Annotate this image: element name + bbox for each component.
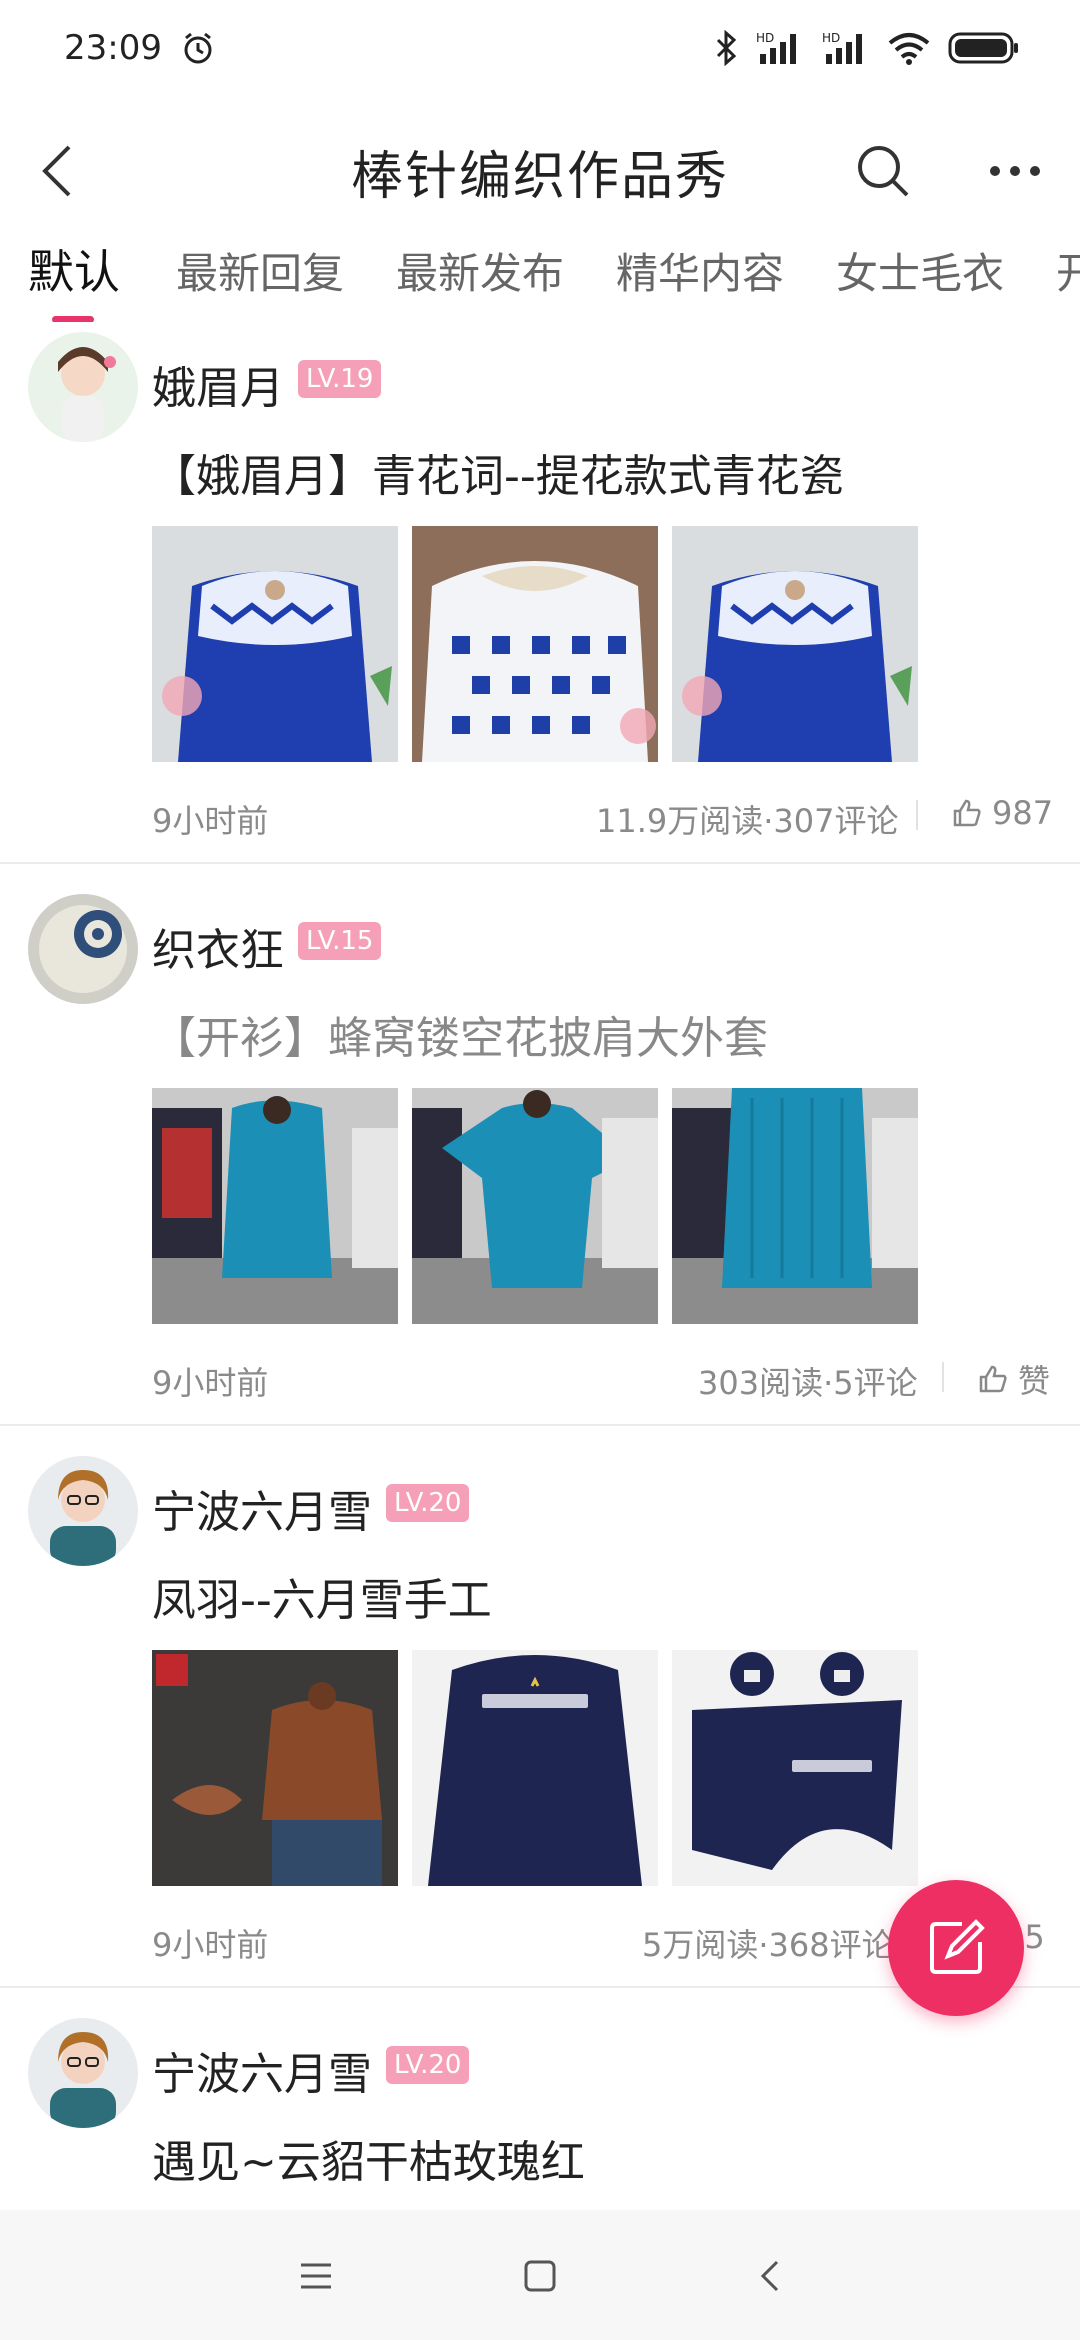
status-time: 23:09	[64, 28, 162, 68]
post-image[interactable]	[412, 1650, 658, 1886]
hd-signal-icon: HD	[756, 30, 804, 66]
more-icon	[990, 166, 1040, 176]
home-button[interactable]	[510, 2246, 570, 2306]
post-title[interactable]: 【娥眉月】青花词--提花款式青花瓷	[152, 440, 844, 504]
back-arrow-icon	[42, 145, 71, 197]
feed-post[interactable]: 娥眉月 LV.19 【娥眉月】青花词--提花款式青花瓷 9小时前 11.9万阅读…	[0, 322, 1080, 862]
username[interactable]: 织衣狂	[152, 914, 284, 978]
post-stats: 5万阅读·368评论	[642, 1926, 894, 1964]
post-time: 9小时前	[152, 1926, 269, 1964]
post-image[interactable]	[152, 1088, 398, 1324]
tab-featured[interactable]: 精华内容	[616, 240, 784, 301]
level-badge: LV.19	[298, 360, 382, 398]
divider	[916, 800, 918, 830]
image-row	[152, 1088, 918, 1324]
avatar[interactable]	[28, 2018, 138, 2128]
post-meta: 9小时前 303阅读·5评论 赞	[152, 1352, 1052, 1402]
feed-post[interactable]: 织衣狂 LV.15 【开衫】蜂窝镂空花披肩大外套 9小时前 303阅读·5评论 …	[0, 884, 1080, 1424]
tab-default[interactable]: 默认	[28, 236, 120, 302]
separator	[0, 862, 1080, 864]
username[interactable]: 宁波六月雪	[152, 2038, 372, 2102]
post-time: 9小时前	[152, 802, 269, 840]
post-stats: 303阅读·5评论	[698, 1364, 918, 1402]
image-row	[152, 1650, 918, 1886]
tab-more[interactable]: 开	[1056, 240, 1080, 301]
post-meta: 9小时前 11.9万阅读·307评论 987	[152, 790, 1053, 840]
search-button[interactable]	[848, 136, 918, 206]
post-image[interactable]	[412, 1088, 658, 1324]
tab-latest-post[interactable]: 最新发布	[396, 240, 564, 301]
post-image[interactable]	[672, 1650, 918, 1886]
home-square-icon	[524, 2260, 556, 2292]
divider	[942, 1362, 944, 1392]
avatar[interactable]	[28, 1456, 138, 1566]
username[interactable]: 娥眉月	[152, 352, 284, 416]
post-image[interactable]	[152, 526, 398, 762]
level-badge: LV.20	[386, 2046, 470, 2084]
thumbs-up-icon	[979, 1365, 1007, 1393]
hd-signal-icon: HD	[822, 30, 870, 66]
avatar[interactable]	[28, 894, 138, 1004]
like-count: 987	[992, 794, 1054, 832]
username[interactable]: 宁波六月雪	[152, 1476, 372, 1540]
compose-icon	[930, 1919, 985, 1974]
post-image[interactable]	[412, 526, 658, 762]
bluetooth-icon	[714, 30, 738, 66]
search-icon	[858, 146, 909, 197]
image-row	[152, 526, 918, 762]
tab-bar: 默认 最新回复 最新发布 精华内容 女士毛衣 开	[0, 232, 1080, 322]
page-title: 棒针编织作品秀	[350, 146, 729, 207]
post-title[interactable]: 【开衫】蜂窝镂空花披肩大外套	[152, 1002, 768, 1066]
level-badge: LV.15	[298, 922, 382, 960]
post-image[interactable]	[672, 1088, 918, 1324]
more-button[interactable]	[980, 136, 1050, 206]
system-nav-bar	[0, 2210, 1080, 2340]
battery-icon	[948, 31, 1020, 65]
back-icon	[760, 2260, 779, 2292]
menu-button[interactable]	[286, 2246, 346, 2306]
status-left: 23:09	[64, 28, 216, 68]
feed-post[interactable]: 宁波六月雪 LV.20 遇见~云貂干枯玫瑰红	[0, 2008, 1080, 2210]
avatar[interactable]	[28, 332, 138, 442]
post-title[interactable]: 遇见~云貂干枯玫瑰红	[152, 2126, 585, 2190]
like-button[interactable]: 987	[952, 794, 1053, 832]
tab-latest-reply[interactable]: 最新回复	[176, 240, 344, 301]
like-button[interactable]: 赞	[978, 1356, 1050, 1402]
post-title[interactable]: 凤羽--六月雪手工	[152, 1564, 492, 1628]
wifi-icon	[888, 31, 930, 65]
separator	[0, 1424, 1080, 1426]
menu-icon	[301, 2263, 331, 2289]
post-stats: 11.9万阅读·307评论	[596, 802, 899, 840]
title-bar: 棒针编织作品秀	[0, 96, 1080, 246]
post-image[interactable]	[672, 526, 918, 762]
status-right: HD HD	[714, 30, 1020, 66]
hd-label: HD	[822, 31, 840, 45]
alarm-icon	[180, 30, 216, 66]
post-time: 9小时前	[152, 1364, 269, 1402]
nav-back-button[interactable]	[740, 2246, 800, 2306]
compose-button[interactable]	[888, 1880, 1024, 2016]
like-count: 赞	[1018, 1362, 1051, 1400]
tab-womens-sweater[interactable]: 女士毛衣	[836, 240, 1004, 301]
hd-label: HD	[756, 31, 774, 45]
back-button[interactable]	[22, 136, 92, 206]
post-image[interactable]	[152, 1650, 398, 1886]
thumbs-up-icon	[953, 799, 981, 827]
status-bar: 23:09 HD HD	[0, 0, 1080, 96]
level-badge: LV.20	[386, 1484, 470, 1522]
